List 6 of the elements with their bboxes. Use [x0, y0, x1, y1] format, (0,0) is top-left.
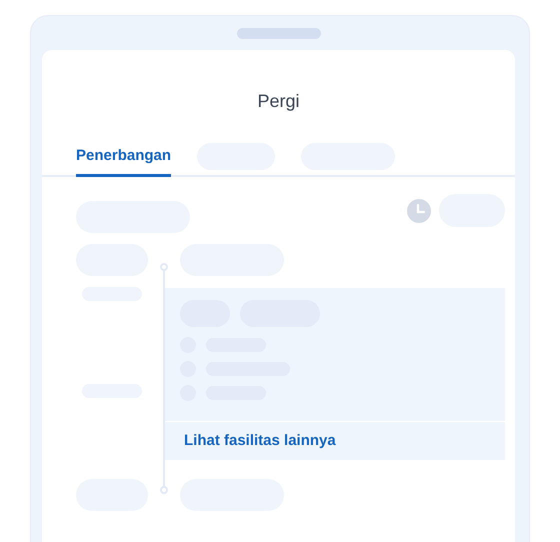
- page-title: Pergi: [256, 90, 301, 112]
- clock-icon: [407, 198, 431, 222]
- tab[interactable]: Penerbangan: [76, 139, 172, 177]
- timeline-dot: [160, 263, 168, 271]
- timeline-dot: [160, 486, 168, 494]
- facilities-link[interactable]: Lihat fasilitas lainnya: [165, 422, 505, 460]
